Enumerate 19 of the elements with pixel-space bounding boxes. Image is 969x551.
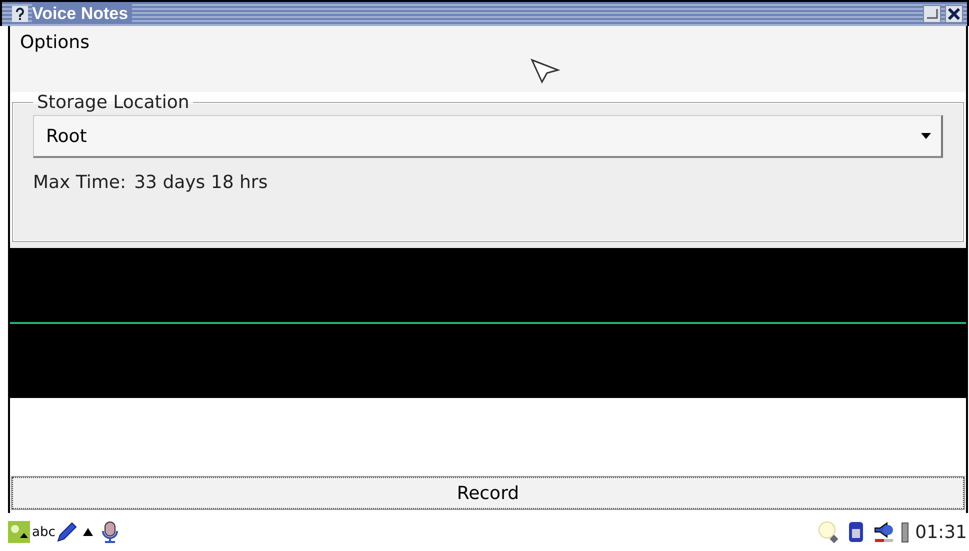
up-arrow-icon[interactable]: [83, 528, 94, 536]
maximize-icon[interactable]: [923, 5, 941, 23]
location-dropdown[interactable]: Root: [33, 115, 943, 158]
battery-icon[interactable]: [901, 521, 910, 543]
pointer-icon: [530, 58, 560, 84]
launcher-icon[interactable]: [8, 521, 30, 543]
record-button[interactable]: Record: [12, 477, 964, 509]
input-method-button[interactable]: abc: [32, 524, 56, 540]
window-title: Voice Notes: [32, 4, 132, 24]
pen-icon[interactable]: [55, 521, 78, 543]
max-time-label: Max Time:: [33, 172, 126, 193]
group-legend: Storage Location: [33, 92, 194, 113]
caret-icon: [921, 133, 931, 139]
max-time-value: 33 days 18 hrs: [134, 172, 268, 193]
help-icon[interactable]: [12, 6, 28, 22]
clock[interactable]: 01:31: [915, 522, 967, 542]
speaker-icon[interactable]: [873, 521, 896, 543]
menu-item[interactable]: Options: [20, 32, 90, 53]
close-icon[interactable]: [945, 5, 963, 23]
